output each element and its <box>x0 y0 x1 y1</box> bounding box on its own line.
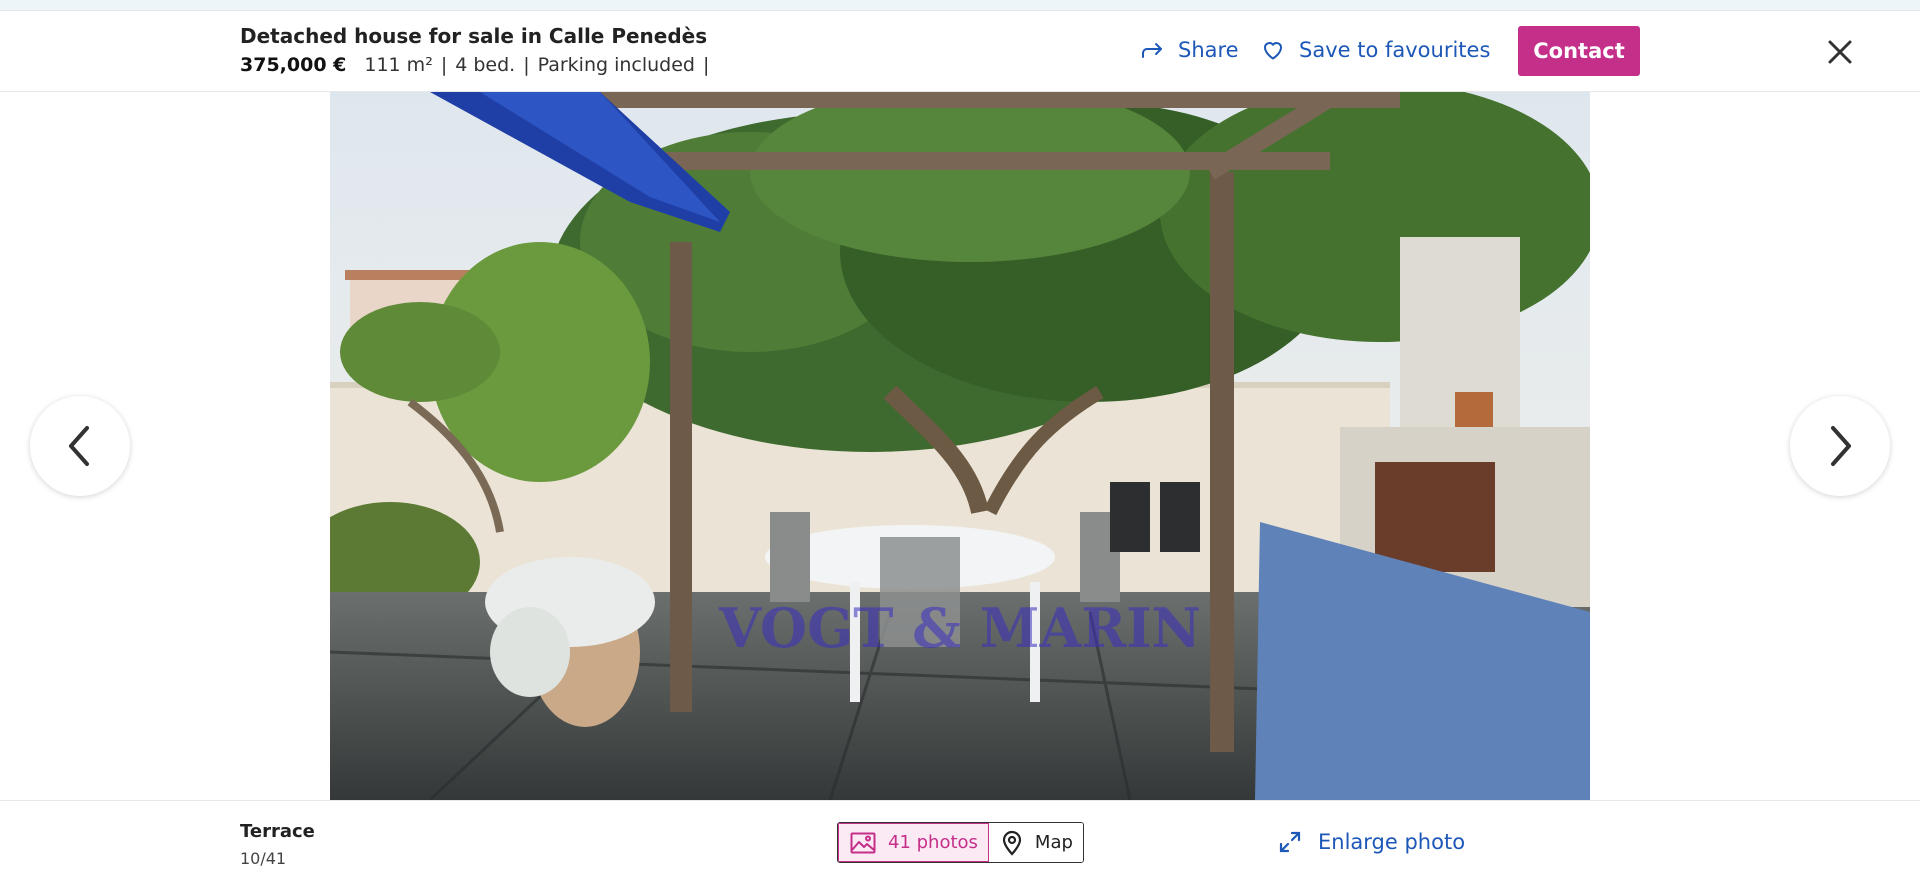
listing-photo[interactable]: VOGT & MARIN <box>330 92 1590 800</box>
photo-watermark: VOGT & MARIN <box>718 596 1201 660</box>
map-tab-label: Map <box>1034 832 1073 853</box>
listing-title: Detached house for sale in Calle Penedès <box>240 24 708 48</box>
view-toggle: 41 photos Map <box>837 822 1084 863</box>
share-button[interactable]: Share <box>1140 34 1239 66</box>
listing-price: 375,000 € <box>240 54 347 76</box>
photos-tab[interactable]: 41 photos <box>838 823 989 862</box>
save-label: Save to favourites <box>1299 38 1491 62</box>
chevron-left-icon <box>69 426 89 466</box>
next-photo-button[interactable] <box>1790 396 1890 496</box>
map-tab[interactable]: Map <box>988 823 1083 862</box>
listing-parking: Parking included <box>537 54 695 76</box>
separator: | <box>523 54 530 76</box>
terrace-photo-illustration: VOGT & MARIN <box>330 92 1590 800</box>
close-button[interactable] <box>1824 36 1856 68</box>
save-to-favourites-button[interactable]: Save to favourites <box>1261 34 1490 66</box>
separator: | <box>703 54 710 76</box>
map-pin-icon <box>1002 830 1022 856</box>
close-icon <box>1828 40 1852 64</box>
contact-button[interactable]: Contact <box>1518 26 1640 76</box>
photos-tab-label: 41 photos <box>888 832 978 853</box>
chevron-right-icon <box>1831 426 1851 466</box>
share-icon <box>1142 43 1162 58</box>
top-strip <box>0 0 1920 11</box>
listing-area: 111 m² <box>364 54 433 76</box>
enlarge-photo-button[interactable]: Enlarge photo <box>1278 825 1465 859</box>
photo-caption: Terrace <box>240 821 315 842</box>
gallery-stage: VOGT & MARIN <box>0 92 1920 800</box>
photo-counter: 10/41 <box>240 849 287 868</box>
image-icon <box>850 832 876 853</box>
listing-header: Detached house for sale in Calle Penedès… <box>0 11 1920 92</box>
enlarge-label: Enlarge photo <box>1318 830 1466 854</box>
listing-bedrooms: 4 bed. <box>455 54 516 76</box>
expand-icon <box>1279 831 1301 853</box>
heart-icon <box>1264 42 1282 60</box>
listing-details: 375,000 € 111 m² | 4 bed. | Parking included | <box>240 54 717 76</box>
gallery-footer: Terrace 10/41 41 photos Map Enlarge phot… <box>0 800 1920 880</box>
share-label: Share <box>1178 38 1239 62</box>
separator: | <box>440 54 448 76</box>
previous-photo-button[interactable] <box>30 396 130 496</box>
